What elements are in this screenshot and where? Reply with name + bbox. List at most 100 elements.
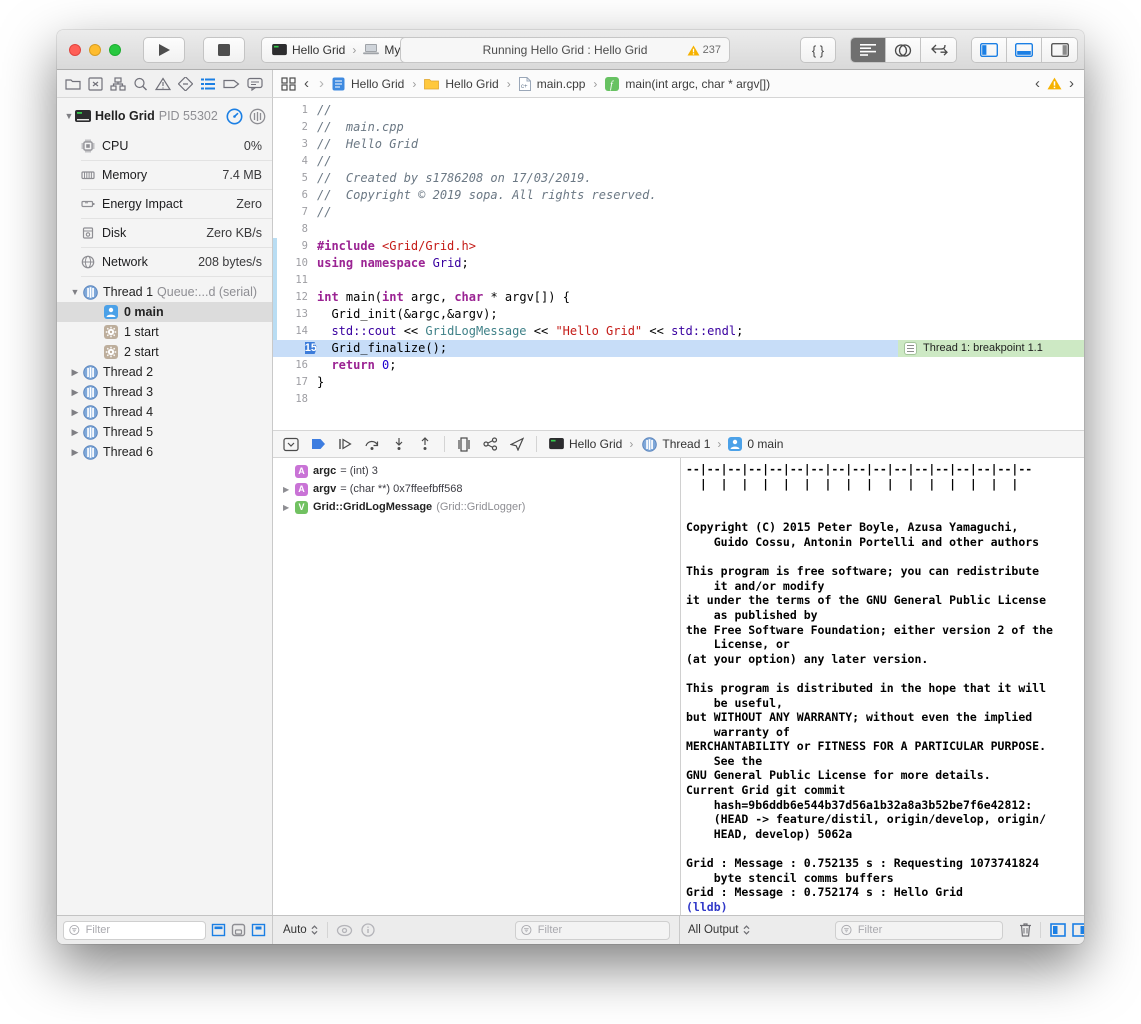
find-navigator-icon[interactable] <box>133 77 148 91</box>
toggle-console-view-button[interactable] <box>1072 923 1084 937</box>
disclosure-closed-icon[interactable]: ▶ <box>69 367 81 378</box>
code-line-2[interactable]: 2// main.cpp <box>273 119 1084 136</box>
quick-look-button[interactable] <box>336 924 353 937</box>
thread-row[interactable]: ▼Thread 1Queue:...d (serial) <box>57 282 272 302</box>
disclosure-open-icon[interactable]: ▼ <box>69 287 81 297</box>
hide-debug-area-icon[interactable] <box>283 437 299 452</box>
variables-filter-field[interactable] <box>515 921 670 940</box>
toggle-navigator-button[interactable] <box>972 38 1007 62</box>
gauges-button[interactable] <box>226 108 243 125</box>
gauge-energy[interactable]: Energy ImpactZero <box>81 190 272 219</box>
zoom-window-button[interactable] <box>109 44 121 56</box>
disclosure-closed-icon[interactable]: ▶ <box>69 427 81 438</box>
close-window-button[interactable] <box>69 44 81 56</box>
next-issue-button[interactable]: › <box>1067 75 1076 92</box>
breadcrumb-file[interactable]: main.cpp <box>537 77 586 91</box>
gauge-network[interactable]: Network208 bytes/s <box>81 248 272 277</box>
show-paused-only-button[interactable] <box>211 923 226 937</box>
console-filter-field[interactable] <box>835 921 1003 940</box>
code-line-12[interactable]: 12int main(int argc, char * argv[]) { <box>273 289 1084 306</box>
assistant-editor-button[interactable] <box>886 38 921 62</box>
debug-crumb-process[interactable]: Hello Grid <box>569 437 622 451</box>
toggle-inspector-button[interactable] <box>1042 38 1077 62</box>
gauge-disk[interactable]: DiskZero KB/s <box>81 219 272 248</box>
disclosure-closed-icon[interactable]: ▶ <box>69 447 81 458</box>
instruction-pointer-badge[interactable]: 15 <box>305 342 317 354</box>
code-line-10[interactable]: 10using namespace Grid; <box>273 255 1084 272</box>
debug-crumb-thread[interactable]: Thread 1 <box>662 437 710 451</box>
code-line-15[interactable]: 15 Grid_finalize();Thread 1: breakpoint … <box>273 340 1084 357</box>
step-into-icon[interactable] <box>392 437 406 451</box>
continue-icon[interactable] <box>338 437 352 451</box>
breakpoints-toggle-icon[interactable] <box>311 438 326 450</box>
console-output[interactable]: --|--|--|--|--|--|--|--|--|--|--|--|--|-… <box>680 458 1084 915</box>
code-line-1[interactable]: 1// <box>273 102 1084 119</box>
standard-editor-button[interactable] <box>851 38 886 62</box>
stack-frame-2[interactable]: 2 start <box>57 342 272 362</box>
breakpoint-annotation[interactable]: Thread 1: breakpoint 1.1 <box>898 340 1084 357</box>
symbol-navigator-icon[interactable] <box>110 77 126 91</box>
debug-crumb-frame[interactable]: 0 main <box>747 437 783 451</box>
breadcrumb-group[interactable]: Hello Grid <box>445 77 498 91</box>
toggle-debug-area-button[interactable] <box>1007 38 1042 62</box>
code-line-16[interactable]: 16 return 0; <box>273 357 1084 374</box>
code-line-14[interactable]: 14 std::cout << GridLogMessage << "Hello… <box>273 323 1084 340</box>
thread-row[interactable]: ▶Thread 2 <box>57 362 272 382</box>
thread-row[interactable]: ▶Thread 4 <box>57 402 272 422</box>
previous-issue-button[interactable]: ‹ <box>1033 75 1042 92</box>
project-navigator-icon[interactable] <box>65 77 81 91</box>
console-filter-input[interactable] <box>856 923 997 937</box>
code-line-11[interactable]: 11 <box>273 272 1084 289</box>
code-line-13[interactable]: 13 Grid_init(&argc,&argv); <box>273 306 1084 323</box>
thread-row[interactable]: ▶Thread 3 <box>57 382 272 402</box>
simulate-location-icon[interactable] <box>510 437 524 451</box>
code-line-7[interactable]: 7// <box>273 204 1084 221</box>
code-line-17[interactable]: 17} <box>273 374 1084 391</box>
show-crashed-only-button[interactable] <box>231 923 246 937</box>
variables-view[interactable]: Aargc= (int) 3▶Aargv= (char **) 0x7ffeef… <box>273 458 680 915</box>
report-navigator-icon[interactable] <box>247 77 263 91</box>
code-line-8[interactable]: 8 <box>273 221 1084 238</box>
process-row[interactable]: ▼ Hello Grid PID 55302 <box>57 103 272 129</box>
library-button[interactable]: { } <box>800 37 836 63</box>
navigator-filter-field[interactable] <box>63 921 206 940</box>
gauge-memory[interactable]: Memory7.4 MB <box>81 161 272 190</box>
code-line-9[interactable]: 9#include <Grid/Grid.h> <box>273 238 1084 255</box>
console-scope-popup[interactable]: All Output <box>688 924 751 936</box>
variables-filter-input[interactable] <box>536 923 664 937</box>
view-debugger-icon[interactable] <box>457 437 471 452</box>
disclosure-closed-icon[interactable]: ▶ <box>283 485 295 494</box>
code-line-5[interactable]: 5// Created by s1786208 on 17/03/2019. <box>273 170 1084 187</box>
code-line-18[interactable]: 18 <box>273 391 1084 408</box>
thread-row[interactable]: ▶Thread 6 <box>57 442 272 462</box>
go-forward-button[interactable]: › <box>317 75 326 92</box>
stop-button[interactable] <box>203 37 245 63</box>
variable-row[interactable]: ▶Aargv= (char **) 0x7ffeefbff568 <box>273 480 680 498</box>
thread-row[interactable]: ▶Thread 5 <box>57 422 272 442</box>
code-line-3[interactable]: 3// Hello Grid <box>273 136 1084 153</box>
code-line-6[interactable]: 6// Copyright © 2019 sopa. All rights re… <box>273 187 1084 204</box>
info-button[interactable] <box>361 923 375 937</box>
variables-scope-popup[interactable]: Auto <box>283 924 319 936</box>
variable-row[interactable]: ▶VGrid::GridLogMessage(Grid::GridLogger) <box>273 498 680 516</box>
minimize-window-button[interactable] <box>89 44 101 56</box>
clear-console-button[interactable] <box>1018 922 1033 938</box>
stack-frame-1[interactable]: 1 start <box>57 322 272 342</box>
issue-navigator-icon[interactable] <box>155 77 171 91</box>
disclosure-closed-icon[interactable]: ▶ <box>69 387 81 398</box>
go-back-button[interactable]: ‹ <box>302 75 311 92</box>
source-editor[interactable]: 1//2// main.cpp3// Hello Grid4//5// Crea… <box>273 98 1084 430</box>
run-button[interactable] <box>143 37 185 63</box>
stack-frame-0[interactable]: 0 main <box>57 302 272 322</box>
disclosure-open-icon[interactable]: ▼ <box>63 111 75 121</box>
breadcrumb-symbol[interactable]: main(int argc, char * argv[]) <box>625 77 770 91</box>
related-items-icon[interactable] <box>281 77 296 91</box>
navigator-filter-input[interactable] <box>84 923 200 937</box>
variable-row[interactable]: Aargc= (int) 3 <box>273 462 680 480</box>
show-stack-frames-button[interactable] <box>251 923 266 937</box>
breakpoint-navigator-icon[interactable] <box>223 77 240 91</box>
activity-viewer[interactable]: Running Hello Grid : Hello Grid 237 <box>400 37 730 63</box>
step-out-icon[interactable] <box>418 437 432 451</box>
debug-navigator-icon[interactable] <box>200 77 216 91</box>
breadcrumb-project[interactable]: Hello Grid <box>351 77 404 91</box>
